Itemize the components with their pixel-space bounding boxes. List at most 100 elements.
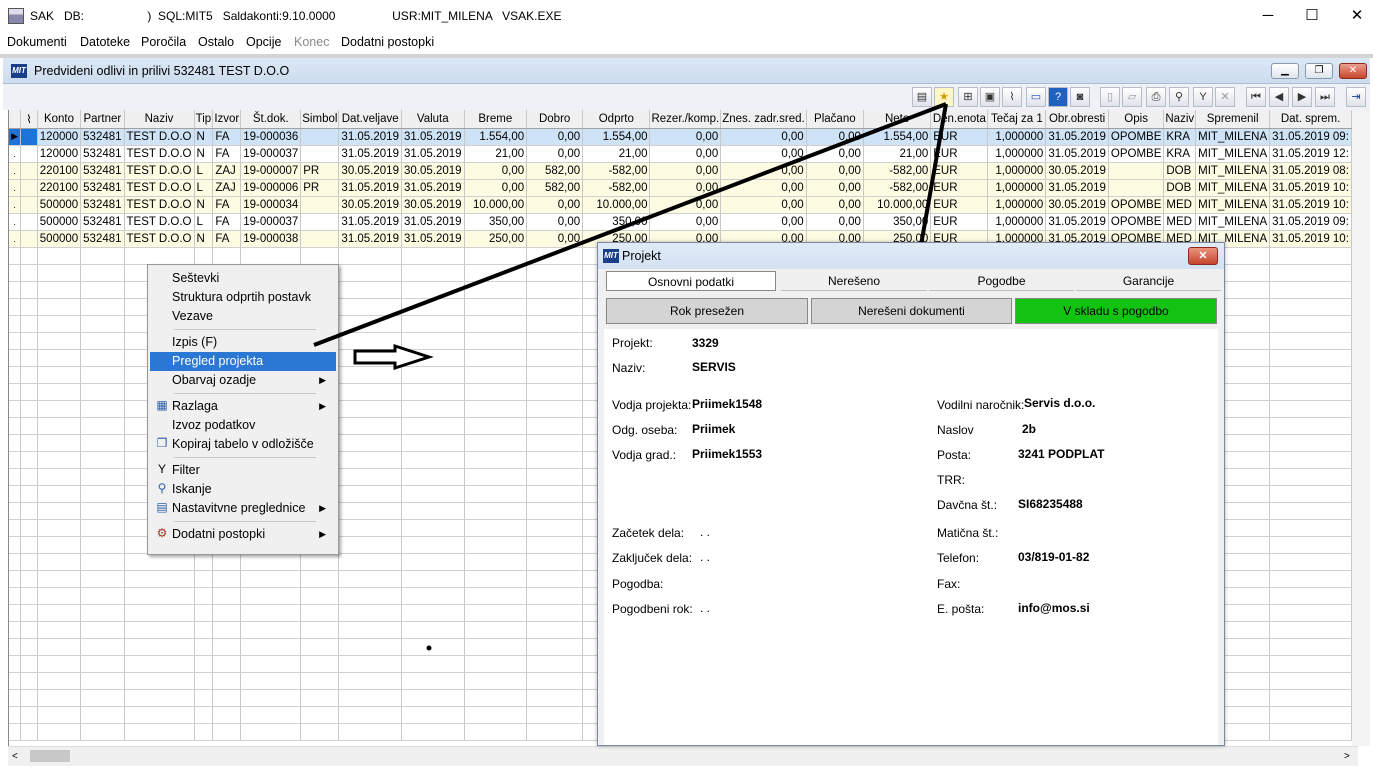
menu-item-filter[interactable]: Y Filter <box>150 461 336 480</box>
column-header[interactable] <box>9 110 22 129</box>
table-row[interactable]: . 500000 532481 TEST D.O.O N FA 19-000034 30.05… <box>9 196 1352 214</box>
star-icon[interactable]: ★ <box>934 87 954 107</box>
table-cell: 30.05.2019 <box>401 162 465 180</box>
child-minimize-button[interactable]: ▁ <box>1271 63 1299 79</box>
column-header[interactable]: Dobro <box>526 110 584 129</box>
table-row[interactable]: . 220100 532481 TEST D.O.O L ZAJ 19-000007 PR 30… <box>9 162 1352 180</box>
menu-separator <box>174 457 316 458</box>
empty-cell <box>401 723 465 741</box>
menu-item-sestevki[interactable]: Seštevki <box>150 269 336 288</box>
tab-osnovni-podatki[interactable]: Osnovni podatki <box>606 271 776 291</box>
last-record-icon[interactable]: ⏭ <box>1315 87 1335 107</box>
column-header[interactable]: Neto <box>863 110 932 129</box>
menu-item-kopiraj[interactable]: ❐ Kopiraj tabelo v odložišče <box>150 435 336 454</box>
table-row[interactable]: . 120000 532481 TEST D.O.O N FA 19-000037 31.05… <box>9 145 1352 163</box>
filter-icon[interactable]: Y <box>1193 87 1213 107</box>
column-header[interactable]: Št.dok. <box>240 110 302 129</box>
child-close-button[interactable]: ✕ <box>1339 63 1367 79</box>
dialog-close-button[interactable]: ✕ <box>1188 247 1218 265</box>
maximize-button[interactable]: ☐ <box>1289 0 1335 32</box>
menu-porocila[interactable]: Poročila <box>141 35 186 49</box>
menu-item-vezave[interactable]: Vezave <box>150 307 336 326</box>
column-header[interactable]: Konto <box>37 110 82 129</box>
table-cell: OPOMBE <box>1108 128 1165 146</box>
minimize-button[interactable]: ─ <box>1245 0 1291 32</box>
menu-item-iskanje[interactable]: ⚲ Iskanje <box>150 480 336 499</box>
column-header[interactable]: Plačano <box>806 110 864 129</box>
page-icon[interactable]: ▯ <box>1100 87 1120 107</box>
clear-filter-icon[interactable]: ✕ <box>1215 87 1235 107</box>
table-row[interactable]: . 220100 532481 TEST D.O.O L ZAJ 19-000006 PR 31… <box>9 179 1352 197</box>
column-header[interactable]: Tip <box>194 110 214 129</box>
document-icon[interactable]: ▤ <box>912 87 932 107</box>
menu-item-obarvaj[interactable]: Obarvaj ozadje ▶ <box>150 371 336 390</box>
menu-item-razlaga[interactable]: ▦ Razlaga ▶ <box>150 397 336 416</box>
print-icon[interactable]: ⎙ <box>1146 87 1166 107</box>
exit-icon[interactable]: ⇥ <box>1346 87 1366 107</box>
table-row[interactable]: . 500000 532481 TEST D.O.O L FA 19-000037 31.05… <box>9 213 1352 231</box>
attachment-icon[interactable]: ⌇ <box>1002 87 1022 107</box>
v-skladu-s-pogodbo-button[interactable]: V skladu s pogodbo <box>1015 298 1217 324</box>
next-record-icon[interactable]: ▶ <box>1292 87 1312 107</box>
nereseni-dokumenti-button[interactable]: Nerešeni dokumenti <box>811 298 1012 324</box>
column-header[interactable]: Obr.obresti <box>1045 110 1109 129</box>
column-header[interactable]: Rezer./komp. <box>649 110 722 129</box>
tab-garancije[interactable]: Garancije <box>1076 271 1221 291</box>
edit-page-icon[interactable]: ▱ <box>1122 87 1142 107</box>
folder-icon[interactable]: ▣ <box>980 87 1000 107</box>
menu-item-nastavitve[interactable]: ▤ Nastavitvne preglednice ▶ <box>150 499 336 518</box>
scroll-thumb[interactable] <box>30 750 70 762</box>
menu-item-dodatni[interactable]: ⚙ Dodatni postopki ▶ <box>150 525 336 544</box>
empty-cell <box>9 417 22 435</box>
child-restore-button[interactable]: ❐ <box>1305 63 1333 79</box>
menu-item-izvoz[interactable]: Izvoz podatkov <box>150 416 336 435</box>
tab-pogodbe[interactable]: Pogodbe <box>929 271 1074 291</box>
monitor-icon[interactable]: ▭ <box>1026 87 1046 107</box>
search-icon[interactable]: ⚲ <box>1169 87 1189 107</box>
empty-cell <box>1269 723 1352 741</box>
column-header[interactable]: Znes. zadr.sred. <box>720 110 807 129</box>
column-header[interactable]: Odprto <box>582 110 651 129</box>
menu-dodatni-postopki[interactable]: Dodatni postopki <box>341 35 434 49</box>
column-header[interactable]: Izvor <box>212 110 242 129</box>
menu-item-pregled-projekta[interactable]: Pregled projekta <box>150 352 336 371</box>
menu-dokumenti[interactable]: Dokumenti <box>7 35 67 49</box>
column-header[interactable]: Opis <box>1108 110 1165 129</box>
horizontal-scrollbar[interactable]: < > <box>8 746 1358 766</box>
scroll-left-icon[interactable]: < <box>12 751 18 762</box>
menu-item-struktura[interactable]: Struktura odprtih postavk <box>150 288 336 307</box>
camera-icon[interactable]: ◙ <box>1070 87 1090 107</box>
table-row[interactable]: ▶ 120000 532481 TEST D.O.O N FA 19-000036 31.05… <box>9 128 1352 146</box>
column-header[interactable]: Dat.veljave <box>338 110 402 129</box>
tree-icon[interactable]: ⊞ <box>958 87 978 107</box>
app-icon <box>8 8 24 24</box>
empty-cell <box>80 383 125 401</box>
menu-datoteke[interactable]: Datoteke <box>80 35 130 49</box>
scroll-right-icon[interactable]: > <box>1344 751 1350 762</box>
column-header[interactable]: Dat. sprem. <box>1269 110 1352 129</box>
close-button[interactable]: ✕ <box>1334 0 1373 32</box>
attachment-column-header[interactable]: ⌇ <box>20 110 38 129</box>
empty-cell <box>80 553 125 571</box>
column-header[interactable]: Breme <box>464 110 528 129</box>
empty-cell <box>240 689 302 707</box>
column-header[interactable]: Tečaj za 1 <box>987 110 1047 129</box>
vertical-scrollbar[interactable] <box>1352 110 1370 746</box>
empty-cell <box>9 723 22 741</box>
menu-ostalo[interactable]: Ostalo <box>198 35 234 49</box>
column-header[interactable]: Valuta <box>401 110 465 129</box>
column-header[interactable]: Partner <box>80 110 125 129</box>
column-header[interactable]: Naziv <box>124 110 195 129</box>
column-header[interactable]: Den.enota <box>930 110 989 129</box>
first-record-icon[interactable]: ⏮ <box>1246 87 1266 107</box>
column-header[interactable]: Simbol <box>300 110 340 129</box>
rok-presezen-button[interactable]: Rok presežen <box>606 298 808 324</box>
empty-cell <box>338 587 402 605</box>
menu-item-izpis[interactable]: Izpis (F) <box>150 333 336 352</box>
tab-neresno[interactable]: Nerešeno <box>781 271 927 291</box>
prev-record-icon[interactable]: ◀ <box>1269 87 1289 107</box>
column-header[interactable]: Spremenil <box>1195 110 1271 129</box>
help-icon[interactable]: ? <box>1048 87 1068 107</box>
column-header[interactable]: Naziv <box>1163 110 1197 129</box>
menu-opcije[interactable]: Opcije <box>246 35 281 49</box>
